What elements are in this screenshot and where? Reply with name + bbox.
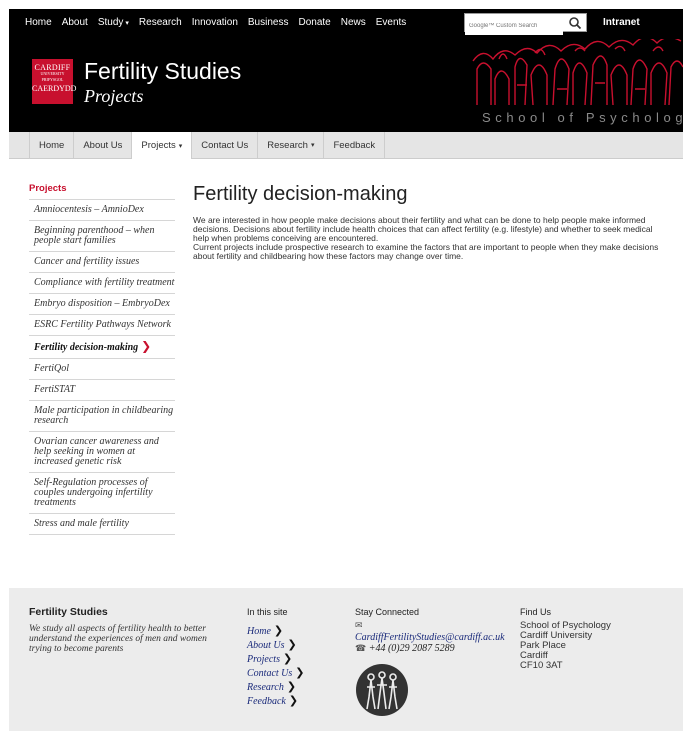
sidebar-item-fertistat[interactable]: FertiSTAT (29, 380, 175, 401)
footer-link-label: Research (247, 682, 284, 693)
global-nav: Home About Study ▾ Research Innovation Bu… (25, 9, 416, 36)
global-nav-news[interactable]: News (341, 17, 366, 28)
subnav-home[interactable]: Home (30, 132, 75, 158)
footer-link-projects[interactable]: Projects ❯ (247, 652, 305, 666)
global-nav-home[interactable]: Home (25, 17, 52, 28)
global-nav-research[interactable]: Research (139, 17, 182, 28)
search-input[interactable] (465, 17, 563, 35)
site-header: CARDIFF UNIVERSITY PRIFYSGOL CAERDYDD Fe… (9, 36, 683, 132)
logo-text-university: UNIVERSITY (40, 71, 65, 76)
footer-link-label: Projects (247, 654, 280, 665)
sidebar-heading[interactable]: Projects (29, 183, 175, 200)
sidebar-item-cancer-fertility[interactable]: Cancer and fertility issues (29, 252, 175, 273)
global-nav-business[interactable]: Business (248, 17, 289, 28)
footer-connect-heading: Stay Connected (355, 607, 420, 617)
footer-link-label: Contact Us (247, 668, 293, 679)
subnav-contact-us[interactable]: Contact Us (192, 132, 259, 158)
footer-address: School of Psychology Cardiff University … (520, 621, 611, 671)
intranet-link[interactable]: Intranet (603, 17, 640, 28)
sidebar-item-ovarian-cancer[interactable]: Ovarian cancer awareness and help seekin… (29, 432, 175, 473)
chevron-down-icon: ▾ (310, 142, 315, 149)
fertility-studies-emblem (356, 664, 408, 716)
address-line: CF10 3AT (520, 660, 563, 671)
footer-link-research[interactable]: Research ❯ (247, 680, 305, 694)
footer-link-label: Feedback (247, 696, 286, 707)
subnav-list: Home About Us Projects ▾ Contact Us Resea… (29, 132, 386, 159)
footer-site-links: In this site Home ❯ About Us ❯ Projects ❯ C… (247, 607, 305, 708)
projects-paragraph: Current projects include prospective res… (193, 242, 659, 261)
chevron-right-icon: ❯ (273, 624, 284, 637)
projects-sidebar: Projects Amniocentesis – AmnioDex Beginn… (29, 183, 175, 535)
global-nav-events[interactable]: Events (376, 17, 407, 28)
email-icon: ✉ (355, 621, 363, 631)
cardiff-university-logo[interactable]: CARDIFF UNIVERSITY PRIFYSGOL CAERDYDD (32, 59, 77, 104)
site-footer: Fertility Studies We study all aspects o… (9, 588, 683, 731)
sidebar-item-fertiqol[interactable]: FertiQol (29, 359, 175, 380)
global-top-bar: Home About Study ▾ Research Innovation Bu… (9, 9, 683, 36)
footer-about: Fertility Studies We study all aspects o… (29, 606, 229, 654)
search-icon[interactable] (568, 16, 582, 30)
school-name: School of Psychology (482, 110, 683, 125)
chevron-right-icon: ❯ (295, 666, 305, 679)
global-nav-innovation[interactable]: Innovation (192, 17, 238, 28)
phone-icon: ☎ (355, 644, 367, 654)
subnav-research-label: Research (267, 139, 308, 151)
chevron-down-icon: ▾ (178, 142, 183, 150)
page-title: Fertility decision-making (193, 183, 408, 205)
sidebar-item-self-regulation[interactable]: Self-Regulation processes of couples und… (29, 473, 175, 514)
sidebar-item-beginning-parenthood[interactable]: Beginning parenthood – when people start… (29, 221, 175, 252)
global-nav-donate[interactable]: Donate (298, 17, 330, 28)
site-title[interactable]: Fertility Studies (84, 58, 241, 85)
subnav-projects-label: Projects (141, 140, 176, 151)
footer-link-feedback[interactable]: Feedback ❯ (247, 694, 305, 708)
footer-phone: ☎ +44 (0)29 2087 5289 (355, 643, 505, 655)
footer-link-contact-us[interactable]: Contact Us ❯ (247, 666, 305, 680)
subnav-feedback[interactable]: Feedback (324, 132, 386, 158)
footer-find-heading: Find Us (520, 607, 552, 617)
footer-links-list: Home ❯ About Us ❯ Projects ❯ Contact Us ❯ Re… (247, 624, 305, 708)
chevron-right-icon: ❯ (288, 694, 299, 707)
subnav-about-us[interactable]: About Us (74, 132, 133, 158)
sidebar-item-embryo-disposition[interactable]: Embryo disposition – EmbryoDex (29, 294, 175, 315)
sidebar-item-compliance[interactable]: Compliance with fertility treatment (29, 273, 175, 294)
footer-phone-number: +44 (0)29 2087 5289 (368, 643, 455, 654)
sidebar-item-label: Fertility decision-making (34, 342, 139, 353)
global-nav-about[interactable]: About (62, 17, 88, 28)
footer-links-heading: In this site (247, 607, 288, 617)
subnav-research[interactable]: Research ▾ (258, 132, 325, 158)
footer-description: We study all aspects of fertility health… (29, 624, 207, 654)
chevron-right-icon: ❯ (287, 638, 297, 651)
footer-stay-connected: Stay Connected ✉ CardiffFertilityStudies… (355, 607, 505, 655)
chevron-right-icon: ❯ (282, 652, 293, 665)
site-search (464, 13, 587, 35)
global-nav-study-label: Study (97, 17, 124, 28)
subnav-projects[interactable]: Projects ▾ (132, 132, 193, 159)
logo-text-caerdydd: CAERDYDD (32, 84, 77, 93)
sidebar-item-male-participation[interactable]: Male participation in childbearing resea… (29, 401, 175, 432)
main-content: Fertility decision-making We are interes… (193, 183, 669, 261)
sidebar-item-stress-male-fertility[interactable]: Stress and male fertility (29, 514, 175, 535)
footer-link-about-us[interactable]: About Us ❯ (247, 638, 305, 652)
chevron-right-icon: ❯ (286, 680, 297, 693)
footer-link-label: About Us (247, 640, 285, 651)
footer-contact-details: ✉ CardiffFertilityStudies@cardiff.ac.uk … (355, 621, 505, 655)
global-nav-study[interactable]: Study ▾ (98, 17, 129, 28)
site-subtitle: Projects (84, 86, 144, 106)
sidebar-item-fertility-decision-making[interactable]: Fertility decision-making ❯ (29, 336, 175, 359)
chevron-right-icon: ❯ (141, 339, 152, 353)
footer-title: Fertility Studies (29, 606, 108, 618)
intro-paragraph: We are interested in how people make dec… (193, 215, 653, 243)
sidebar-item-esrc-pathways[interactable]: ESRC Fertility Pathways Network (29, 315, 175, 336)
footer-link-home[interactable]: Home ❯ (247, 624, 305, 638)
sidebar-item-amniocentesis[interactable]: Amniocentesis – AmnioDex (29, 200, 175, 221)
school-banner-illustration (472, 39, 683, 106)
logo-text-prifysgol: PRIFYSGOL (41, 77, 64, 82)
footer-link-label: Home (247, 626, 271, 637)
footer-find-us: Find Us School of Psychology Cardiff Uni… (520, 607, 611, 671)
footer-email-link[interactable]: CardiffFertilityStudies@cardiff.ac.uk (355, 632, 505, 643)
site-subnav: Home About Us Projects ▾ Contact Us Resea… (9, 132, 683, 159)
chevron-down-icon: ▾ (125, 20, 129, 27)
